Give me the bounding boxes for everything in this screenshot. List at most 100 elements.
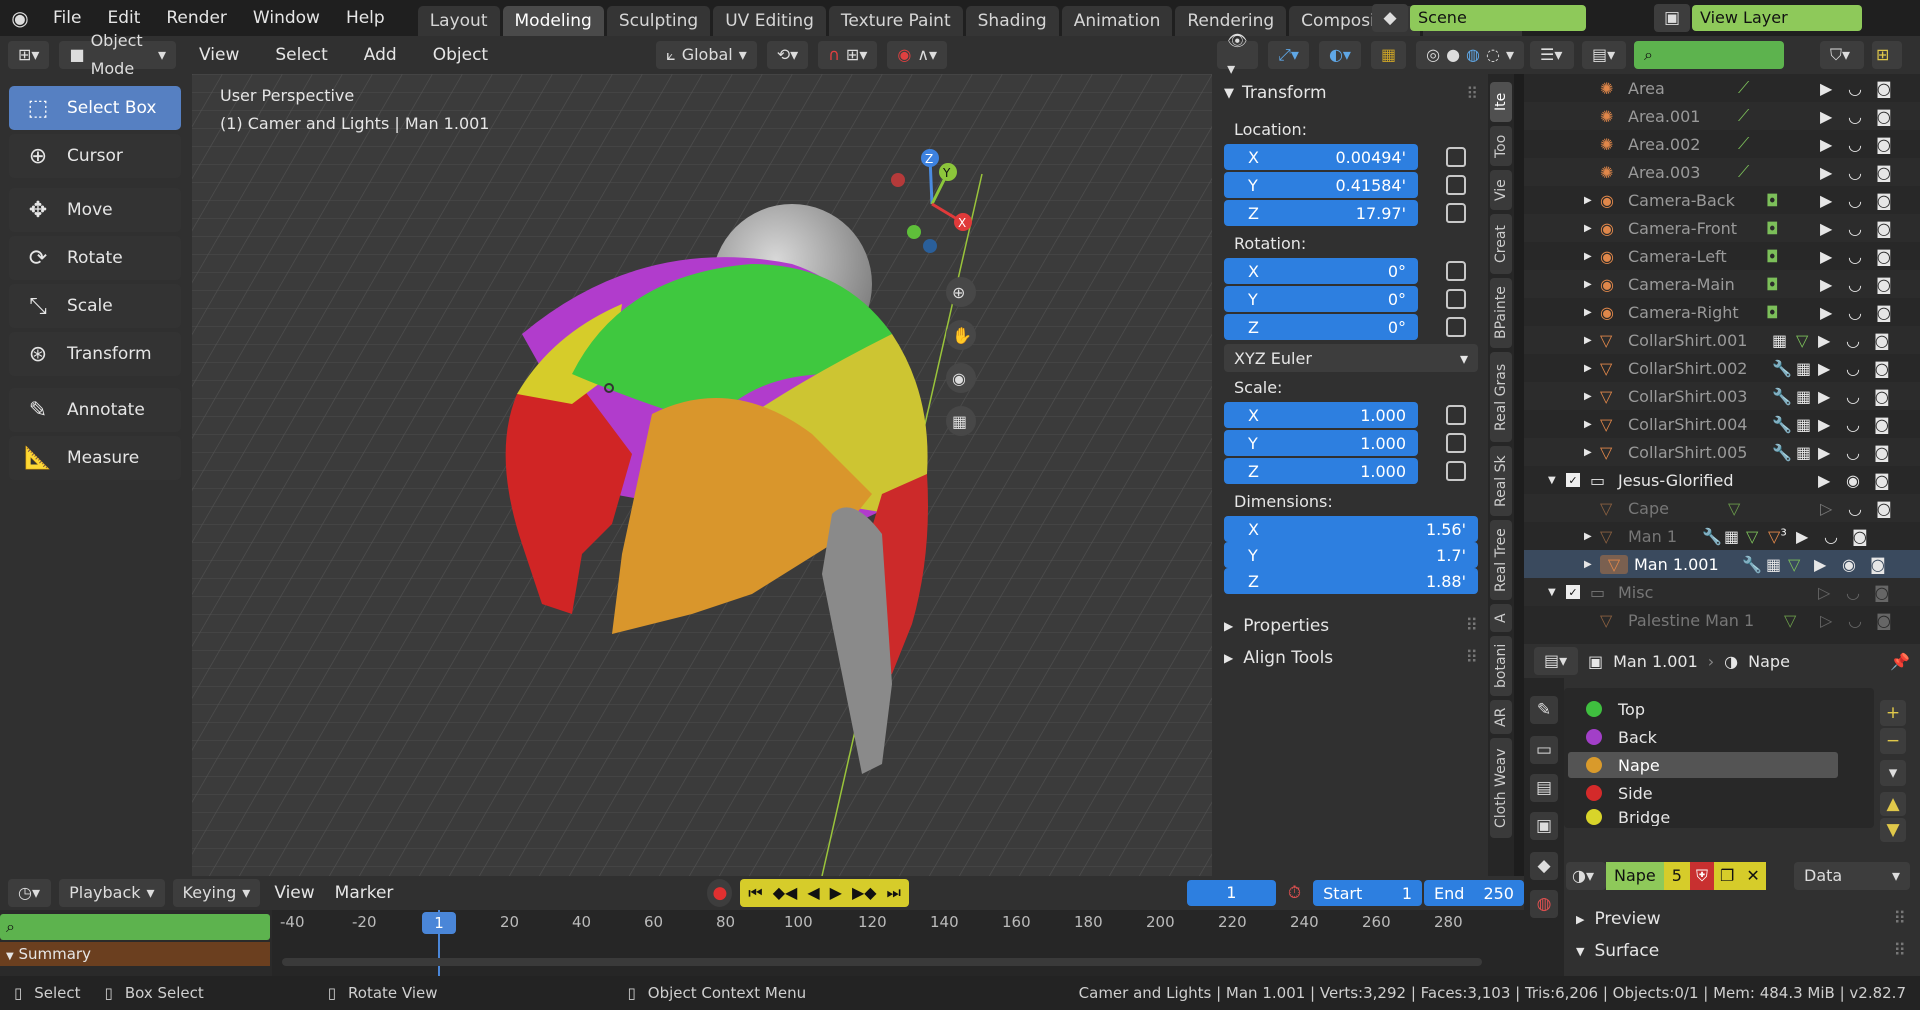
lock-icon[interactable] bbox=[1446, 175, 1466, 195]
render-camera-icon[interactable]: ◙ bbox=[1874, 471, 1890, 490]
render-camera-icon[interactable]: ◙ bbox=[1876, 135, 1892, 154]
outliner-row-area-002[interactable]: ✺ Area.002 ⟋ ▶ ◡ ◙ bbox=[1524, 130, 1920, 158]
tab-bpainter[interactable]: BPainte bbox=[1490, 278, 1512, 348]
tab-item[interactable]: Ite bbox=[1490, 82, 1512, 122]
eye-closed-icon[interactable]: ◡ bbox=[1846, 331, 1874, 350]
outliner-row-collarshirt-004[interactable]: ▶ ▽ CollarShirt.004 🔧 ▦ ▶ ◡ ◙ bbox=[1524, 410, 1920, 438]
gizmo-neg-y-dot[interactable] bbox=[907, 225, 921, 239]
orientation-dropdown[interactable]: ⟀ Global ▾ bbox=[656, 41, 757, 69]
render-camera-icon[interactable]: ◙ bbox=[1874, 443, 1890, 462]
eye-closed-icon[interactable]: ◡ bbox=[1846, 443, 1874, 462]
overlay-toggle[interactable]: ◐▾ bbox=[1318, 41, 1361, 69]
selectable-icon[interactable]: ▶ bbox=[1820, 219, 1848, 238]
render-camera-icon[interactable]: ◙ bbox=[1874, 359, 1890, 378]
blender-logo-icon[interactable]: ◉ bbox=[0, 6, 40, 30]
expand-arrow-icon[interactable]: ▶ bbox=[1584, 307, 1600, 318]
selectable-icon[interactable]: ▶ bbox=[1820, 275, 1848, 294]
outliner-search-input[interactable]: ⌕ bbox=[1634, 41, 1784, 69]
tool-move[interactable]: ✥ Move bbox=[9, 188, 181, 232]
selectable-icon[interactable]: ▶ bbox=[1820, 135, 1848, 154]
outliner-row-collarshirt-005[interactable]: ▶ ▽ CollarShirt.005 🔧 ▦ ▶ ◡ ◙ bbox=[1524, 438, 1920, 466]
eye-closed-icon[interactable]: ◡ bbox=[1846, 583, 1874, 602]
location-z-field[interactable]: Z 17.97' bbox=[1224, 200, 1418, 226]
material-slot-bridge[interactable]: Bridge bbox=[1568, 808, 1838, 826]
rotation-z-field[interactable]: Z 0° bbox=[1224, 314, 1418, 340]
dimensions-z-field[interactable]: Z 1.88' bbox=[1224, 568, 1478, 594]
add-slot-button[interactable]: + bbox=[1880, 700, 1906, 726]
outliner-row-misc[interactable]: ▼ ✓ ▭ Misc ▷ ◡ ◙ bbox=[1524, 578, 1920, 606]
rotation-mode-dropdown[interactable]: XYZ Euler ▾ bbox=[1224, 344, 1478, 372]
menu-view[interactable]: View bbox=[186, 36, 252, 74]
tab-shading[interactable]: Shading bbox=[965, 6, 1059, 36]
keyframe-area[interactable] bbox=[272, 936, 1524, 976]
timeline-scrollbar[interactable] bbox=[282, 958, 1482, 966]
outliner-row-area-003[interactable]: ✺ Area.003 ⟋ ▶ ◡ ◙ bbox=[1524, 158, 1920, 186]
location-y-field[interactable]: Y 0.41584' bbox=[1224, 172, 1418, 198]
timeline-editor-type-button[interactable]: ◷▾ bbox=[8, 879, 52, 907]
eye-closed-icon[interactable]: ◡ bbox=[1848, 191, 1876, 210]
dimensions-y-field[interactable]: Y 1.7' bbox=[1224, 542, 1478, 568]
current-frame-field[interactable]: 1 bbox=[1186, 880, 1276, 906]
expand-arrow-icon[interactable]: ▶ bbox=[1584, 195, 1600, 206]
selectable-icon[interactable]: ▶ bbox=[1820, 247, 1848, 266]
pin-icon[interactable]: 📌 bbox=[1890, 652, 1910, 671]
remove-slot-button[interactable]: − bbox=[1880, 728, 1906, 754]
tool-settings-tab-icon[interactable]: ✎ bbox=[1530, 696, 1558, 724]
record-button[interactable]: ● bbox=[707, 879, 733, 907]
menu-render[interactable]: Render bbox=[153, 0, 240, 36]
menu-select[interactable]: Select bbox=[262, 36, 340, 74]
tab-real-grass[interactable]: Real Gras bbox=[1490, 352, 1512, 442]
pivot-dropdown[interactable]: ⟲▾ bbox=[766, 41, 809, 69]
collection-checkbox[interactable]: ✓ bbox=[1566, 585, 1580, 599]
browse-material-button[interactable]: ◑▾ bbox=[1566, 862, 1606, 890]
render-camera-icon[interactable]: ◙ bbox=[1876, 107, 1892, 126]
eye-closed-icon[interactable]: ◡ bbox=[1848, 303, 1876, 322]
tab-a[interactable]: A bbox=[1490, 604, 1512, 632]
outliner-row-jesus-glorified[interactable]: ▼ ✓ ▭ Jesus-Glorified ▶ ◉ ◙ bbox=[1524, 466, 1920, 494]
rendered-shading-icon[interactable]: ◌ bbox=[1486, 41, 1500, 69]
gizmo-neg-x-dot[interactable] bbox=[891, 173, 905, 187]
render-camera-icon[interactable]: ◙ bbox=[1876, 219, 1892, 238]
outliner-row-camera-right[interactable]: ▶ ◉ Camera-Right ◘ ▶ ◡ ◙ bbox=[1524, 298, 1920, 326]
tab-modeling[interactable]: Modeling bbox=[502, 6, 604, 36]
xray-toggle[interactable]: ▦ bbox=[1370, 41, 1407, 69]
selectable-icon[interactable]: ▶ bbox=[1820, 303, 1848, 322]
render-camera-icon[interactable]: ◙ bbox=[1874, 331, 1890, 350]
new-collection-button[interactable]: ⊞ bbox=[1872, 41, 1902, 69]
world-tab-icon[interactable]: ◍ bbox=[1530, 890, 1558, 918]
3d-viewport[interactable]: Z Y X ⊕ ✋ ◉ ▦ User Perspective (1) Camer… bbox=[192, 74, 1212, 876]
render-camera-icon[interactable]: ◙ bbox=[1874, 583, 1890, 602]
render-tab-icon[interactable]: ▭ bbox=[1530, 736, 1558, 764]
editor-type-button[interactable]: ⊞▾ bbox=[8, 41, 50, 69]
outliner-row-camera-front[interactable]: ▶ ◉ Camera-Front ◘ ▶ ◡ ◙ bbox=[1524, 214, 1920, 242]
rotation-y-field[interactable]: Y 0° bbox=[1224, 286, 1418, 312]
tab-real-sky[interactable]: Real Sk bbox=[1490, 446, 1512, 516]
visibility-dropdown[interactable]: 👁▾ bbox=[1217, 31, 1259, 78]
eye-closed-icon[interactable]: ◡ bbox=[1848, 107, 1876, 126]
material-slot-side[interactable]: Side bbox=[1568, 780, 1838, 806]
proportional-editing[interactable]: ◉ ∧▾ bbox=[887, 41, 948, 69]
menu-window[interactable]: Window bbox=[240, 0, 333, 36]
lock-icon[interactable] bbox=[1446, 261, 1466, 281]
gizmo-neg-z-dot[interactable] bbox=[923, 239, 937, 253]
scale-z-field[interactable]: Z 1.000 bbox=[1224, 458, 1418, 484]
fake-user-shield-icon[interactable]: ⛨ bbox=[1689, 862, 1714, 890]
material-users-count[interactable]: 5 bbox=[1663, 862, 1690, 890]
outliner-row-area[interactable]: ✺ Area ⟋ ▶ ◡ ◙ bbox=[1524, 74, 1920, 102]
tab-uv-editing[interactable]: UV Editing bbox=[713, 6, 826, 36]
playhead-frame-label[interactable]: 1 bbox=[422, 912, 456, 934]
expand-arrow-icon[interactable]: ▶ bbox=[1584, 251, 1600, 262]
playback-menu[interactable]: Playback ▾ bbox=[59, 879, 165, 907]
tab-tool[interactable]: Too bbox=[1490, 126, 1512, 166]
selectable-icon[interactable]: ▶ bbox=[1814, 555, 1842, 574]
preview-subpanel-header[interactable]: ▶ Preview ⠿ bbox=[1576, 906, 1906, 932]
outliner-row-man-1-001[interactable]: ▶ ▽ Man 1.001 🔧 ▦ ▽ ▶ ◉ ◙ bbox=[1524, 550, 1920, 578]
outliner-row-camera-left[interactable]: ▶ ◉ Camera-Left ◘ ▶ ◡ ◙ bbox=[1524, 242, 1920, 270]
outliner[interactable]: ☰▾ ▤▾ ⌕ ⛉▾ ⊞ ✺ Area ⟋ ▶ ◡ ◙ ✺ Area.001 ⟋ ▶ ◡ ◙ ✺ Ar… bbox=[1524, 36, 1920, 644]
timeline-search-input[interactable]: ⌕ bbox=[0, 914, 270, 940]
eye-open-icon[interactable]: ◉ bbox=[1842, 555, 1870, 574]
drag-handle-icon[interactable]: ⠿ bbox=[1466, 84, 1478, 103]
outliner-row-collarshirt-002[interactable]: ▶ ▽ CollarShirt.002 🔧 ▦ ▶ ◡ ◙ bbox=[1524, 354, 1920, 382]
location-x-field[interactable]: X 0.00494' bbox=[1224, 144, 1418, 170]
eye-closed-icon[interactable]: ◡ bbox=[1848, 247, 1876, 266]
